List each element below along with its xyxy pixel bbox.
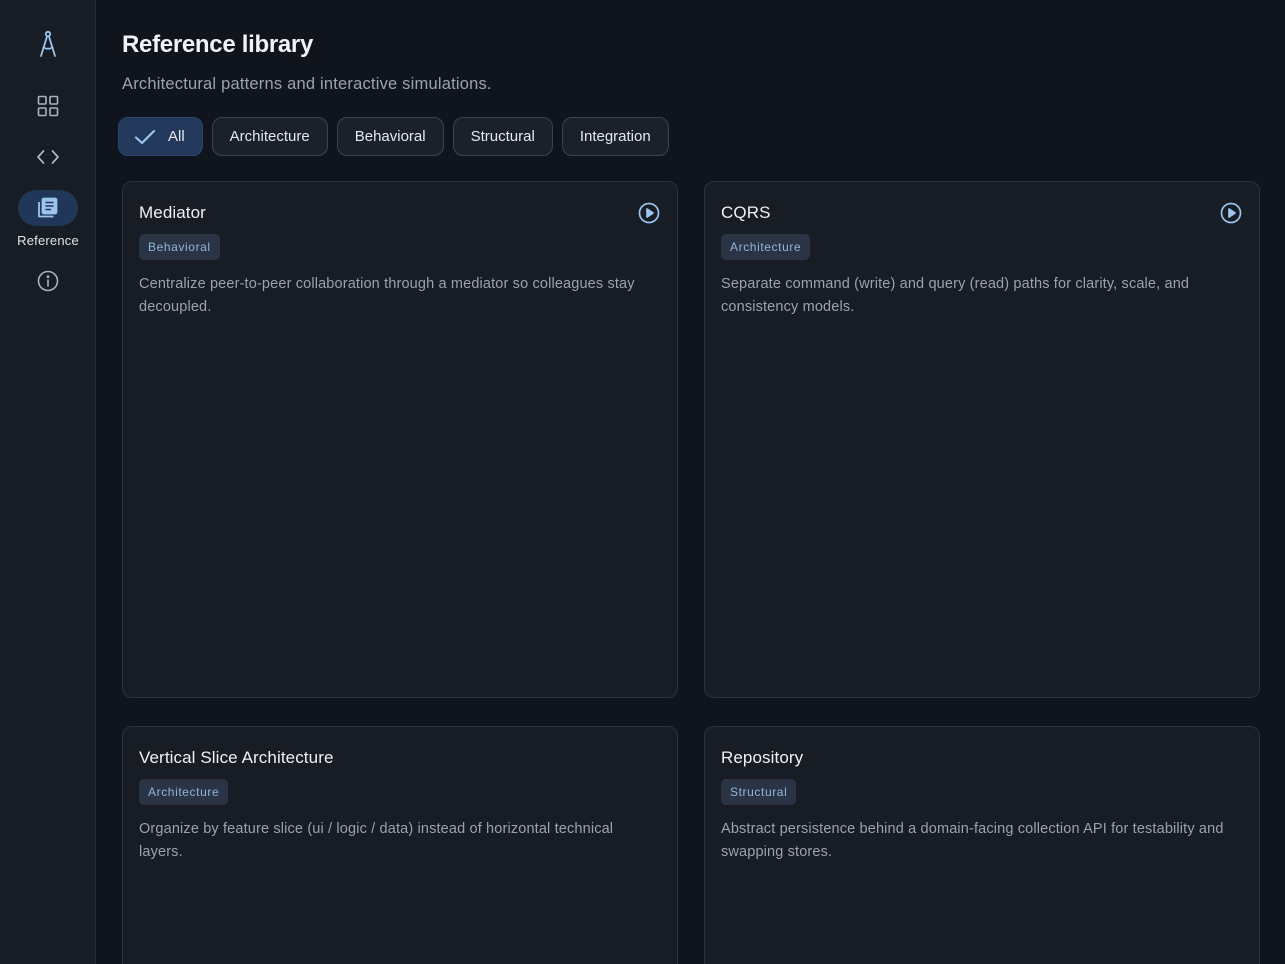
filter-chip-label: Integration [579, 128, 651, 145]
card-title: CQRS [721, 203, 771, 222]
sidebar-item-dashboard[interactable] [18, 88, 78, 124]
filter-chips: All Architecture Behavioral Structural I… [118, 117, 669, 156]
category-tag: Structural [721, 779, 797, 805]
compass-icon[interactable] [33, 28, 63, 60]
filter-chip-label: All [168, 128, 185, 145]
pattern-card-mediator[interactable]: Mediator Behavioral Centralize peer-to-p… [122, 181, 678, 698]
grid-icon [37, 95, 59, 117]
card-description: Centralize peer-to-peer collaboration th… [139, 276, 635, 315]
sidebar-item-label: Reference [17, 233, 79, 248]
pattern-card-vertical-slice[interactable]: Vertical Slice Architecture Architecture… [122, 726, 678, 964]
filter-chip-behavioral[interactable]: Behavioral [336, 117, 444, 156]
check-icon [134, 129, 156, 145]
play-icon[interactable] [1219, 201, 1243, 225]
filter-chip-structural[interactable]: Structural [452, 117, 553, 156]
card-description: Organize by feature slice (ui / logic / … [139, 821, 614, 860]
sidebar-item-about[interactable] [18, 263, 78, 299]
category-tag: Behavioral [139, 234, 220, 260]
app-window: Reference Reference library Architectura… [0, 0, 1285, 964]
page-subtitle: Architectural patterns and interactive s… [122, 75, 492, 93]
filter-chip-label: Architecture [229, 128, 310, 145]
book-icon [36, 196, 60, 220]
filter-chip-integration[interactable]: Integration [561, 117, 669, 156]
card-title: Mediator [139, 203, 206, 222]
category-tag: Architecture [139, 779, 229, 805]
category-tag: Architecture [721, 234, 811, 260]
sidebar-item-code[interactable] [18, 139, 78, 175]
filter-chip-all[interactable]: All [118, 117, 203, 156]
filter-chip-architecture[interactable]: Architecture [211, 117, 328, 156]
pattern-card-cqrs[interactable]: CQRS Architecture Separate command (writ… [704, 181, 1260, 698]
main-content: Reference library Architectural patterns… [96, 0, 1285, 964]
page-title: Reference library [122, 31, 314, 58]
card-title: Vertical Slice Architecture [139, 748, 334, 767]
code-icon [36, 149, 60, 165]
card-title: Repository [721, 748, 804, 767]
info-icon [37, 270, 59, 292]
sidebar-rail: Reference [0, 0, 96, 964]
pattern-card-repository[interactable]: Repository Structural Abstract persisten… [704, 726, 1260, 964]
sidebar-item-reference[interactable] [18, 190, 78, 226]
play-icon[interactable] [637, 201, 661, 225]
filter-chip-label: Behavioral [354, 128, 426, 145]
card-description: Separate command (write) and query (read… [721, 276, 1190, 315]
card-description: Abstract persistence behind a domain-fac… [721, 821, 1224, 860]
filter-chip-label: Structural [470, 128, 535, 145]
